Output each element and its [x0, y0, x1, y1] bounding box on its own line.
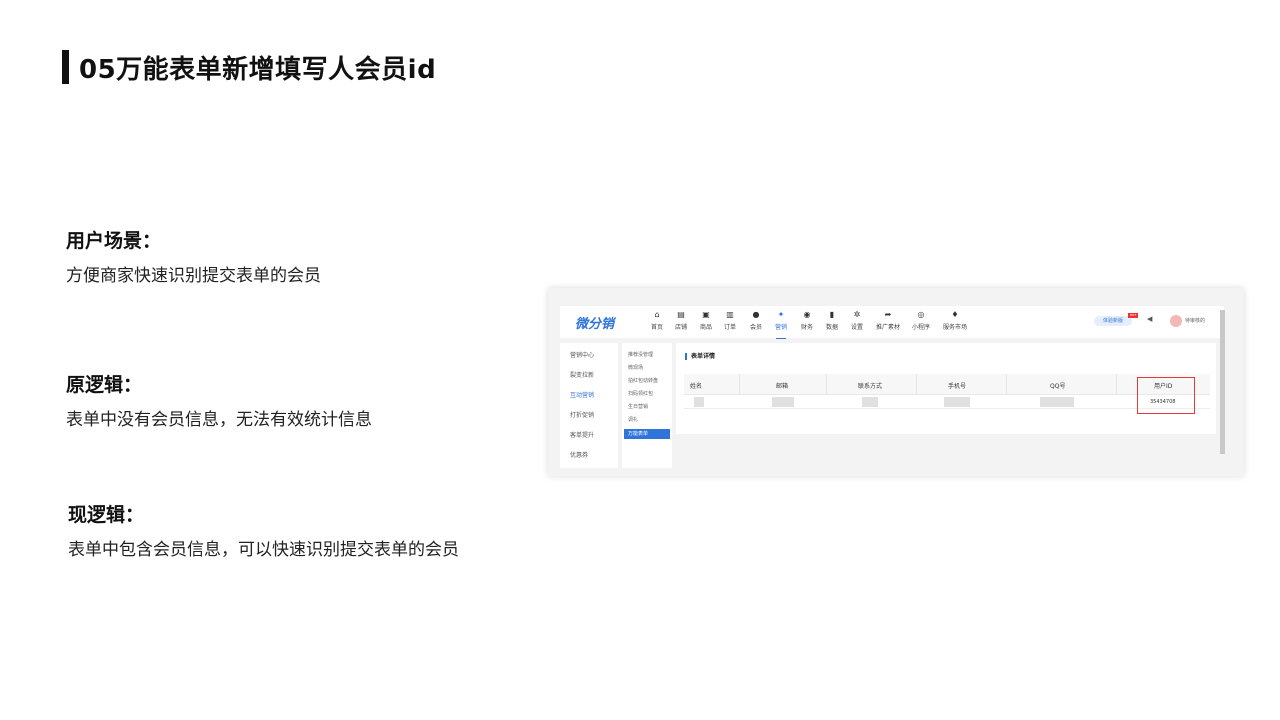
- nav-label: 财务: [800, 324, 813, 331]
- subnav-item[interactable]: 推荐没管理: [628, 351, 653, 358]
- blurred-cell: [694, 397, 704, 407]
- column-divider: [1006, 374, 1007, 395]
- sidebar-item[interactable]: 客单提升: [570, 430, 594, 439]
- top-nav: 微分销 ⌂ 首页 ▤ 店铺 ▣ 商品 ▥ 订单 ● 会员 ✦ 营销 ◉ 财务 ▮ 数据 ✲ 设置 …: [560, 306, 1224, 339]
- column-header: 姓名: [690, 383, 703, 390]
- column-header: 邮箱: [776, 383, 789, 390]
- nav-item-home[interactable]: ⌂ 首页: [644, 310, 670, 331]
- table-header: 姓名 邮箱 联系方式 手机号 QQ号 用户ID: [684, 374, 1210, 395]
- nav-item-service-market[interactable]: ♦ 服务市场: [940, 310, 970, 331]
- blurred-cell: [1040, 397, 1074, 407]
- slide-title: 05万能表单新增填写人会员id: [62, 50, 437, 85]
- form-detail-panel: 表单详情 姓名 邮箱 联系方式 手机号 QQ号 用户ID 35434708: [676, 343, 1216, 434]
- nav-item-orders[interactable]: ▥ 订单: [717, 310, 743, 331]
- sidebar-secondary: 推荐没管理 微现场 拍红包动转盘 扫码领红包 生日营销 调礼 万能表单: [622, 343, 672, 468]
- column-divider: [739, 374, 740, 395]
- column-divider: [826, 374, 827, 395]
- nav-label: 商品: [699, 324, 712, 331]
- column-header: QQ号: [1050, 383, 1066, 390]
- nav-label: 数据: [825, 324, 838, 331]
- subnav-item[interactable]: 扫码领红包: [628, 390, 653, 397]
- goods-icon: ▣: [702, 310, 710, 319]
- promo-icon: ➦: [884, 310, 892, 319]
- blurred-cell: [944, 397, 970, 407]
- column-divider: [916, 374, 917, 395]
- finance-icon: ◉: [803, 310, 811, 319]
- section-user-scenario: 用户场景： 方便商家快速识别提交表单的会员: [66, 226, 321, 286]
- hot-badge: HOT: [1128, 313, 1138, 318]
- nav-label: 推广素材: [875, 324, 900, 331]
- home-icon: ⌂: [654, 310, 660, 319]
- sidebar-item[interactable]: 打折促销: [570, 410, 594, 419]
- sidebar-item[interactable]: 营销中心: [570, 350, 594, 359]
- subnav-item[interactable]: 拍红包动转盘: [628, 377, 658, 384]
- subnav-item[interactable]: 调礼: [628, 416, 638, 423]
- scrollbar[interactable]: [1220, 310, 1225, 454]
- member-icon: ●: [752, 310, 760, 319]
- sidebar-primary: 营销中心 裂变拉新 互动营销 打折促销 客单提升 优惠券: [560, 343, 618, 468]
- section-heading: 现逻辑：: [68, 504, 145, 526]
- app-logo: 微分销: [575, 317, 615, 332]
- sidebar-item[interactable]: 裂变拉新: [570, 370, 594, 379]
- section-heading: 用户场景：: [66, 230, 162, 252]
- subnav-item-active[interactable]: 万能表单: [624, 429, 670, 439]
- settings-icon: ✲: [853, 310, 861, 319]
- nav-item-goods[interactable]: ▣ 商品: [693, 310, 719, 331]
- section-body: 表单中包含会员信息，可以快速识别提交表单的会员: [68, 540, 459, 560]
- blurred-cell: [772, 397, 794, 407]
- nav-item-settings[interactable]: ✲ 设置: [844, 310, 870, 331]
- section-body: 方便商家快速识别提交表单的会员: [66, 266, 321, 286]
- nav-item-promo[interactable]: ➦ 推广素材: [873, 310, 903, 331]
- nav-label: 服务市场: [942, 324, 967, 331]
- store-icon: ▤: [677, 310, 685, 319]
- column-divider: [1116, 374, 1117, 395]
- nav-item-marketing[interactable]: ✦ 营销: [768, 310, 794, 339]
- subnav-item[interactable]: 微现场: [628, 364, 643, 371]
- nav-label: 店铺: [674, 324, 687, 331]
- section-new-logic: 现逻辑： 表单中包含会员信息，可以快速识别提交表单的会员: [68, 500, 459, 560]
- user-menu[interactable]: 待审核的: [1185, 317, 1205, 324]
- nav-item-data[interactable]: ▮ 数据: [819, 310, 845, 331]
- miniapp-icon: ◎: [917, 310, 925, 319]
- avatar[interactable]: [1170, 315, 1182, 327]
- data-icon: ▮: [829, 310, 835, 319]
- nav-item-miniapp[interactable]: ◎ 小程序: [908, 310, 934, 331]
- nav-item-finance[interactable]: ◉ 财务: [794, 310, 820, 331]
- panel-title: 表单详情: [685, 353, 715, 360]
- section-original-logic: 原逻辑： 表单中没有会员信息，无法有效统计信息: [66, 370, 372, 430]
- column-header: 联系方式: [858, 383, 883, 390]
- nav-label: 设置: [850, 324, 863, 331]
- nav-item-members[interactable]: ● 会员: [743, 310, 769, 331]
- nav-label: 会员: [749, 324, 762, 331]
- section-heading: 原逻辑：: [66, 374, 143, 396]
- sidebar-item[interactable]: 优惠券: [570, 450, 588, 459]
- title-accent-bar: [62, 50, 69, 84]
- nav-label: 首页: [650, 324, 663, 331]
- page-title: 05万能表单新增填写人会员id: [79, 54, 437, 85]
- column-header: 手机号: [948, 383, 967, 390]
- nav-item-store[interactable]: ▤ 店铺: [668, 310, 694, 331]
- nav-label: 订单: [723, 324, 736, 331]
- nav-label: 营销: [774, 324, 787, 331]
- highlight-box: [1137, 377, 1195, 414]
- sidebar-item-active[interactable]: 互动营销: [570, 390, 594, 399]
- section-body: 表单中没有会员信息，无法有效统计信息: [66, 410, 372, 430]
- subnav-item[interactable]: 生日营销: [628, 403, 648, 410]
- marketing-icon: ✦: [777, 310, 785, 319]
- nav-label: 小程序: [911, 324, 930, 331]
- try-new-version-button[interactable]: 体验新版: [1094, 316, 1132, 326]
- table-row[interactable]: 35434708: [684, 395, 1210, 409]
- service-market-icon: ♦: [951, 310, 959, 319]
- app-screenshot: 微分销 ⌂ 首页 ▤ 店铺 ▣ 商品 ▥ 订单 ● 会员 ✦ 营销 ◉ 财务 ▮ 数据 ✲ 设置 …: [548, 288, 1244, 476]
- order-icon: ▥: [726, 310, 734, 319]
- speaker-icon[interactable]: ◀: [1147, 315, 1152, 323]
- blurred-cell: [862, 397, 878, 407]
